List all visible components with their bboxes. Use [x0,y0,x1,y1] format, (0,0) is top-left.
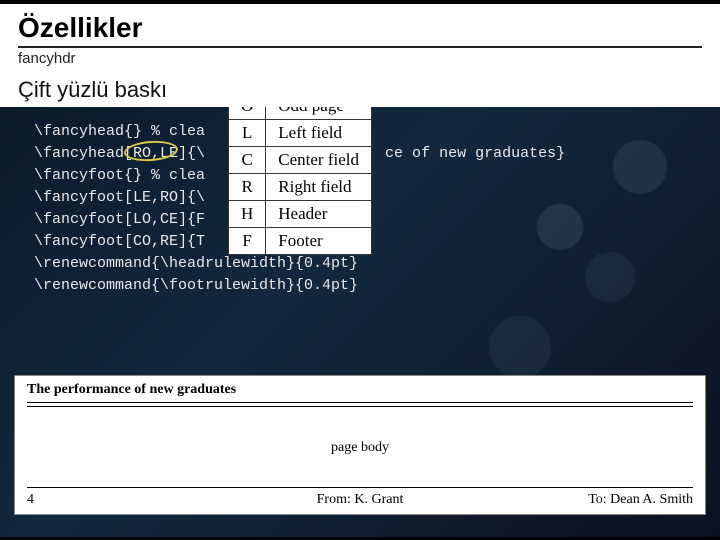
legend-code: C [229,147,266,174]
slide-subhead: Çift yüzlü baskı [18,77,702,103]
legend-code: R [229,174,266,201]
slide-title: Özellikler [18,12,702,44]
header-bar: Özellikler fancyhdr Çift yüzlü baskı [0,0,720,107]
legend-desc: Center field [266,147,372,174]
footer-rule [27,487,693,488]
example-footer-right: To: Dean A. Smith [588,492,693,508]
page-layout-example: The performance of new graduates page bo… [14,375,706,515]
header-rule-2 [27,406,693,407]
legend-row: CCenter field [229,147,372,174]
legend-desc: Right field [266,174,372,201]
legend-row: RRight field [229,174,372,201]
slide-subtitle: fancyhdr [18,50,702,67]
legend-table: EEven pageOOdd pageLLeft fieldCCenter fi… [228,107,372,255]
legend-code: H [229,201,266,228]
example-body: page body [15,440,705,456]
slide: Özellikler fancyhdr Çift yüzlü baskı \fa… [0,0,720,540]
legend-code: O [229,107,266,120]
header-rule-1 [27,402,693,403]
legend-row: LLeft field [229,120,372,147]
legend-desc: Footer [266,228,372,255]
legend-desc: Header [266,201,372,228]
legend-desc: Left field [266,120,372,147]
title-rule [18,46,702,48]
legend-row: FFooter [229,228,372,255]
legend-code: L [229,120,266,147]
slide-content: \fancyhead{} % clea \fancyhead[RO,LE]{\ … [0,107,720,537]
legend-desc: Odd page [266,107,372,120]
legend-code: F [229,228,266,255]
legend-row: OOdd page [229,107,372,120]
example-header: The performance of new graduates [27,382,236,398]
legend-row: HHeader [229,201,372,228]
